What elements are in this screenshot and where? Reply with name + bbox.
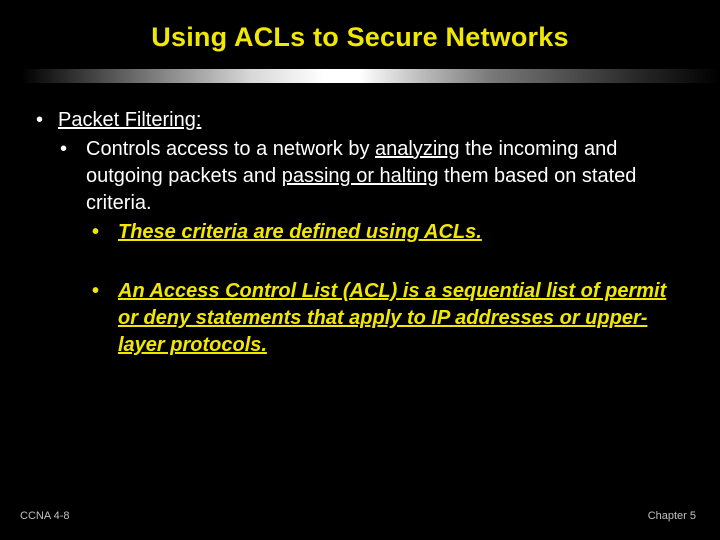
footer-left: CCNA 4-8 [20,510,70,522]
bullet3a-text: These criteria are defined using ACLs. [118,221,482,243]
bullet-level3-a: These criteria are defined using ACLs. [92,219,684,246]
bullet-level1: Packet Filtering: [36,107,684,134]
title-divider [0,69,720,83]
bullet2-underline1: analyzing [375,138,460,160]
bullet2-underline2: passing or halting [282,165,439,187]
footer-right: Chapter 5 [648,510,696,522]
bullet2-seg1: Controls access to a network by [86,138,375,160]
bullet1-text: Packet Filtering: [58,109,201,131]
bullet3b-text: An Access Control List (ACL) is a sequen… [118,280,666,356]
slide-content: Packet Filtering: Controls access to a n… [0,83,720,359]
bullet-level3-b: An Access Control List (ACL) is a sequen… [92,278,684,359]
slide-title: Using ACLs to Secure Networks [0,0,720,53]
bullet-level2: Controls access to a network by analyzin… [60,136,684,217]
